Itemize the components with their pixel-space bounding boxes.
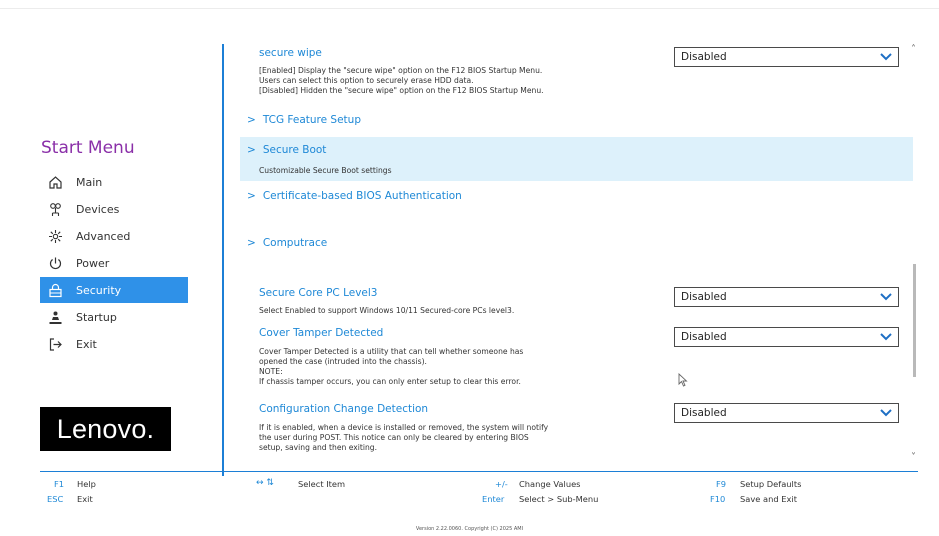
sidebar-item-label: Security (76, 283, 122, 297)
chevron-down-icon (880, 52, 892, 62)
secure-boot-link[interactable]: > Secure Boot (247, 144, 326, 156)
esc-key: ESC (47, 494, 64, 504)
start-menu-title: Start Menu (41, 138, 135, 158)
top-divider (0, 8, 939, 9)
dropdown-value: Disabled (681, 51, 727, 63)
select-item-label: Select Item (298, 479, 346, 489)
dropdown-value: Disabled (681, 407, 727, 419)
advanced-icon (47, 228, 63, 244)
config-change-dropdown[interactable]: Disabled (674, 403, 899, 423)
chevron-right-icon: > (247, 114, 256, 126)
chevron-down-icon (880, 292, 892, 302)
sidebar-item-devices[interactable]: Devices (40, 196, 188, 222)
cert-auth-link[interactable]: > Certificate-based BIOS Authentication (247, 190, 462, 202)
devices-icon (47, 201, 63, 217)
esc-label: Exit (77, 494, 93, 504)
chevron-right-icon: > (247, 144, 256, 156)
cover-tamper-desc: Cover Tamper Detected is a utility that … (259, 347, 524, 386)
secure-wipe-desc: [Enabled] Display the "secure wipe" opti… (259, 66, 544, 95)
setup-defaults-label: Setup Defaults (740, 479, 802, 489)
scroll-down-arrow-icon[interactable]: ˅ (911, 452, 916, 463)
chevron-right-icon: > (247, 237, 256, 249)
secure-wipe-title[interactable]: secure wipe (259, 47, 322, 59)
arrow-keys-icon: ↔ ⇅ (256, 478, 274, 488)
lock-icon (47, 282, 63, 298)
scrollbar-thumb[interactable] (913, 264, 916, 377)
cover-tamper-title[interactable]: Cover Tamper Detected (259, 327, 383, 339)
sidebar-item-label: Main (76, 175, 103, 189)
chevron-right-icon: > (247, 190, 256, 202)
f1-key: F1 (54, 479, 65, 489)
sidebar-item-advanced[interactable]: Advanced (40, 223, 188, 249)
sidebar-item-label: Exit (76, 337, 97, 351)
chevron-down-icon (880, 332, 892, 342)
lenovo-logo: Lenovo. (40, 407, 171, 451)
save-exit-label: Save and Exit (740, 494, 797, 504)
home-icon (47, 174, 63, 190)
config-change-desc: If it is enabled, when a device is insta… (259, 423, 549, 452)
f1-label: Help (77, 479, 96, 489)
exit-icon (47, 336, 63, 352)
sidebar-item-label: Startup (76, 310, 117, 324)
f9-key: F9 (716, 479, 727, 489)
dropdown-value: Disabled (681, 291, 727, 303)
secure-core-title[interactable]: Secure Core PC Level3 (259, 287, 377, 299)
sidebar-divider (222, 44, 224, 476)
secure-wipe-dropdown[interactable]: Disabled (674, 47, 899, 67)
startup-icon (47, 309, 63, 325)
computrace-link[interactable]: > Computrace (247, 237, 327, 249)
sidebar-item-main[interactable]: Main (40, 169, 188, 195)
secure-core-desc: Select Enabled to support Windows 10/11 … (259, 306, 515, 315)
config-change-title[interactable]: Configuration Change Detection (259, 403, 428, 415)
sidebar-item-label: Advanced (76, 229, 131, 243)
sidebar-item-label: Devices (76, 202, 120, 216)
chevron-down-icon (880, 408, 892, 418)
footer-divider (40, 471, 918, 472)
sidebar-item-label: Power (76, 256, 110, 270)
sidebar-item-security[interactable]: Security (40, 277, 188, 303)
secure-boot-desc: Customizable Secure Boot settings (259, 166, 392, 175)
version-text: Version 2.22.0060. Copyright (C) 2025 AM… (415, 526, 524, 532)
sidebar-item-power[interactable]: Power (40, 250, 188, 276)
cover-tamper-dropdown[interactable]: Disabled (674, 327, 899, 347)
dropdown-value: Disabled (681, 331, 727, 343)
plus-minus-key: +/- (495, 479, 508, 489)
scroll-up-arrow-icon[interactable]: ˄ (911, 44, 916, 55)
tcg-feature-setup-link[interactable]: > TCG Feature Setup (247, 114, 361, 126)
sidebar-item-exit[interactable]: Exit (40, 331, 188, 357)
enter-key: Enter (482, 494, 505, 504)
mouse-cursor-icon (678, 372, 688, 391)
sidebar-item-startup[interactable]: Startup (40, 304, 188, 330)
f10-key: F10 (710, 494, 726, 504)
select-submenu-label: Select > Sub-Menu (519, 494, 599, 504)
secure-core-dropdown[interactable]: Disabled (674, 287, 899, 307)
power-icon (47, 255, 63, 271)
change-values-label: Change Values (519, 479, 581, 489)
